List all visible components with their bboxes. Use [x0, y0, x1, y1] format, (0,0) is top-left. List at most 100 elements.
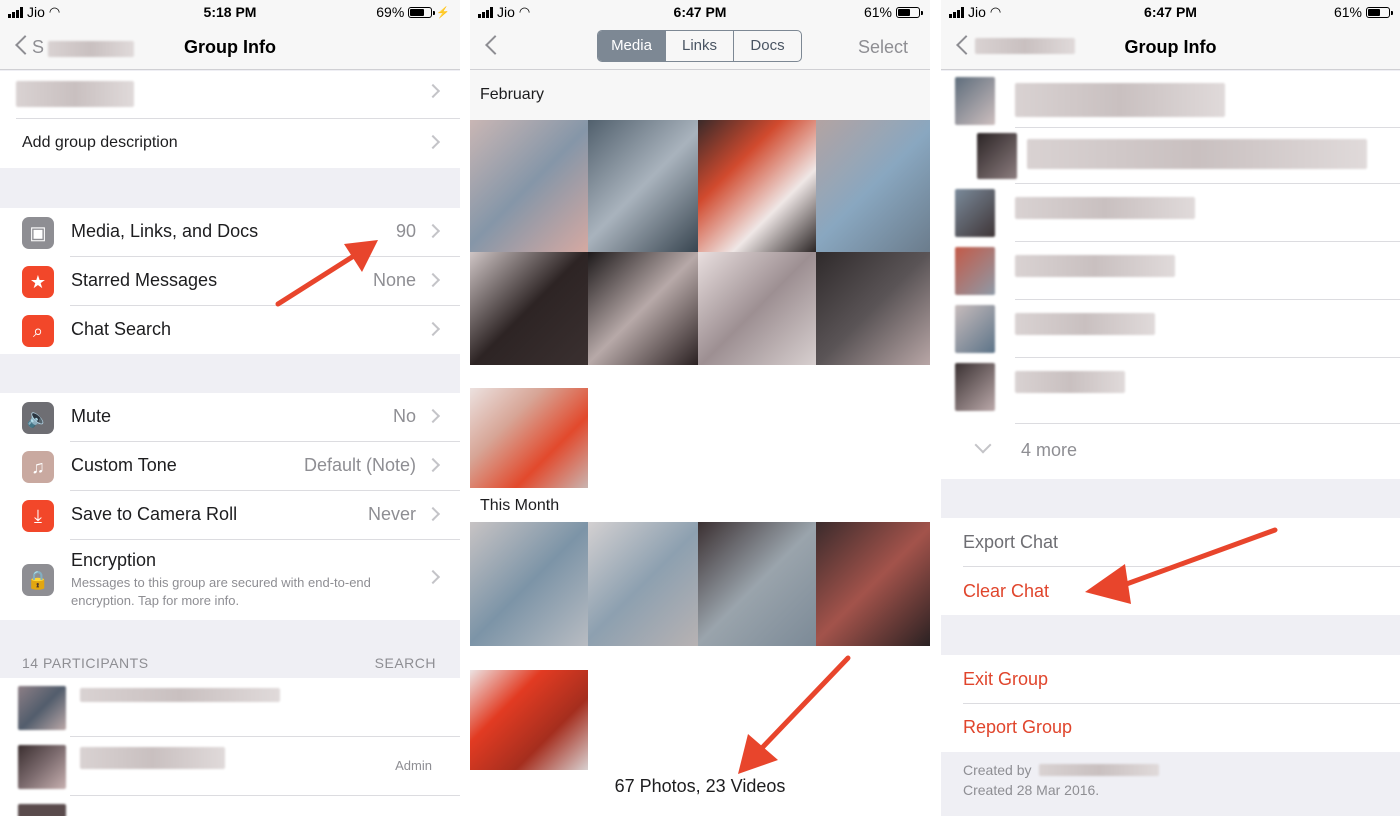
report-group-button[interactable]: Report Group — [963, 717, 1072, 738]
search-icon: ⌕ — [22, 315, 54, 347]
avatar — [977, 133, 1017, 179]
chevron-right-icon — [425, 506, 441, 522]
status-time: 6:47 PM — [673, 4, 727, 20]
custom-tone-label: Custom Tone — [71, 455, 177, 475]
participants-search-link[interactable]: SEARCH — [375, 655, 436, 671]
avatar — [18, 804, 66, 816]
blurred-participant-name — [1015, 313, 1155, 335]
media-thumbnail[interactable] — [588, 252, 698, 365]
battery-status: 61% — [1333, 4, 1393, 20]
media-thumbnail[interactable] — [698, 252, 816, 365]
group-header-section: Add group description — [0, 71, 460, 168]
blurred-participant-name — [1015, 197, 1195, 219]
star-icon: ★ — [22, 266, 54, 298]
list-item[interactable]: Admin — [0, 737, 460, 796]
created-by: Created by — [963, 762, 1031, 778]
chevron-right-icon — [425, 321, 441, 337]
tab-links[interactable]: Links — [665, 31, 733, 61]
section-title: This Month — [480, 497, 560, 514]
media-panel: Jio ◠ 6:47 PM 61% Media Links Docs Selec… — [470, 0, 930, 816]
list-item[interactable] — [0, 678, 460, 737]
battery-percent: 61% — [863, 4, 892, 20]
page-title: Group Info — [1124, 37, 1217, 57]
media-thumbnail[interactable] — [470, 670, 588, 770]
media-count: 90 — [395, 221, 416, 241]
battery-status: 61% — [863, 4, 923, 20]
list-item[interactable] — [0, 796, 460, 816]
annotation-arrow — [1085, 527, 1278, 604]
media-thumbnail[interactable] — [698, 522, 816, 646]
show-more-participants[interactable]: 4 more — [1021, 440, 1077, 461]
tab-docs[interactable]: Docs — [733, 31, 801, 61]
separator — [963, 703, 1400, 704]
group-name-row[interactable] — [0, 71, 460, 119]
participants-list: 4 more — [941, 71, 1400, 479]
status-bar: Jio ◠ 6:47 PM 61% — [941, 0, 1400, 24]
chevron-right-icon — [425, 569, 441, 585]
back-chevron-icon[interactable] — [484, 34, 498, 56]
media-thumbnail[interactable] — [816, 120, 930, 252]
media-thumbnail[interactable] — [470, 252, 588, 365]
media-thumbnail[interactable] — [470, 120, 588, 252]
nav-bar: S Group Info — [0, 24, 460, 70]
chevron-right-icon — [425, 272, 441, 288]
status-bar: Jio ◠ 5:18 PM 69% ⚡ — [0, 0, 460, 24]
settings-section: 🔈 Mute No ♫ Custom Tone Default (Note) ⤓… — [0, 393, 460, 620]
chat-search-row[interactable]: ⌕ Chat Search — [0, 306, 460, 355]
tab-media[interactable]: Media — [598, 31, 665, 61]
photo-icon: ▣ — [22, 217, 54, 249]
encryption-description: Messages to this group are secured with … — [71, 575, 371, 608]
encryption-label: Encryption — [71, 550, 157, 570]
blurred-participant-name — [1015, 255, 1175, 277]
custom-tone-row[interactable]: ♫ Custom Tone Default (Note) — [0, 442, 460, 491]
media-links-docs-label: Media, Links, and Docs — [71, 221, 259, 241]
media-thumbnail[interactable] — [470, 388, 588, 488]
media-thumbnail[interactable] — [588, 120, 698, 252]
clear-chat-button[interactable]: Clear Chat — [963, 581, 1049, 602]
media-thumbnail[interactable] — [698, 120, 816, 252]
chevron-right-icon — [425, 408, 441, 424]
section-header-february: February — [470, 70, 930, 120]
battery-percent: 61% — [1333, 4, 1362, 20]
chevron-down-icon — [974, 436, 992, 454]
save-camera-roll-value: Never — [367, 504, 416, 524]
media-thumbnail[interactable] — [816, 522, 930, 646]
battery-status: 69% ⚡ — [376, 4, 450, 20]
save-camera-roll-label: Save to Camera Roll — [71, 504, 238, 524]
charging-icon: ⚡ — [436, 6, 450, 19]
participants-header: 14 PARTICIPANTS — [22, 655, 149, 671]
speaker-icon: 🔈 — [22, 402, 54, 434]
avatar — [955, 189, 995, 237]
panel-gap — [460, 0, 470, 816]
group-info-actions-panel: Jio ◠ 6:47 PM 61% Group Info 4 more Expo… — [941, 0, 1400, 816]
media-summary: 67 Photos, 23 Videos — [614, 776, 786, 796]
add-description-row[interactable]: Add group description — [0, 119, 460, 168]
media-thumbnail[interactable] — [816, 252, 930, 365]
chevron-right-icon — [425, 83, 441, 99]
starred-messages-row[interactable]: ★ Starred Messages None — [0, 257, 460, 306]
export-chat-button[interactable]: Export Chat — [963, 532, 1058, 553]
page-title: Group Info — [184, 37, 276, 57]
status-bar: Jio ◠ 6:47 PM 61% — [470, 0, 930, 24]
exit-group-button[interactable]: Exit Group — [963, 669, 1048, 690]
save-camera-roll-row[interactable]: ⤓ Save to Camera Roll Never — [0, 491, 460, 540]
music-note-icon: ♫ — [22, 451, 54, 483]
chat-search-label: Chat Search — [71, 319, 172, 339]
encryption-row[interactable]: 🔒 Encryption Messages to this group are … — [0, 540, 460, 620]
mute-value: No — [392, 406, 416, 426]
mute-row[interactable]: 🔈 Mute No — [0, 393, 460, 442]
battery-icon — [408, 6, 436, 18]
add-description-label: Add group description — [22, 134, 178, 151]
separator — [1015, 423, 1400, 424]
media-thumbnail[interactable] — [588, 522, 698, 646]
battery-percent: 69% — [376, 4, 405, 20]
media-thumbnail[interactable] — [470, 522, 588, 646]
blurred-participant-name — [1015, 371, 1125, 393]
participants-list: Admin — [0, 678, 460, 816]
blurred-participant-name — [80, 747, 225, 769]
download-icon: ⤓ — [22, 500, 54, 532]
chevron-right-icon — [425, 223, 441, 239]
media-links-docs-row[interactable]: ▣ Media, Links, and Docs 90 — [0, 208, 460, 257]
select-button[interactable]: Select — [858, 37, 908, 58]
battery-icon — [896, 6, 923, 18]
